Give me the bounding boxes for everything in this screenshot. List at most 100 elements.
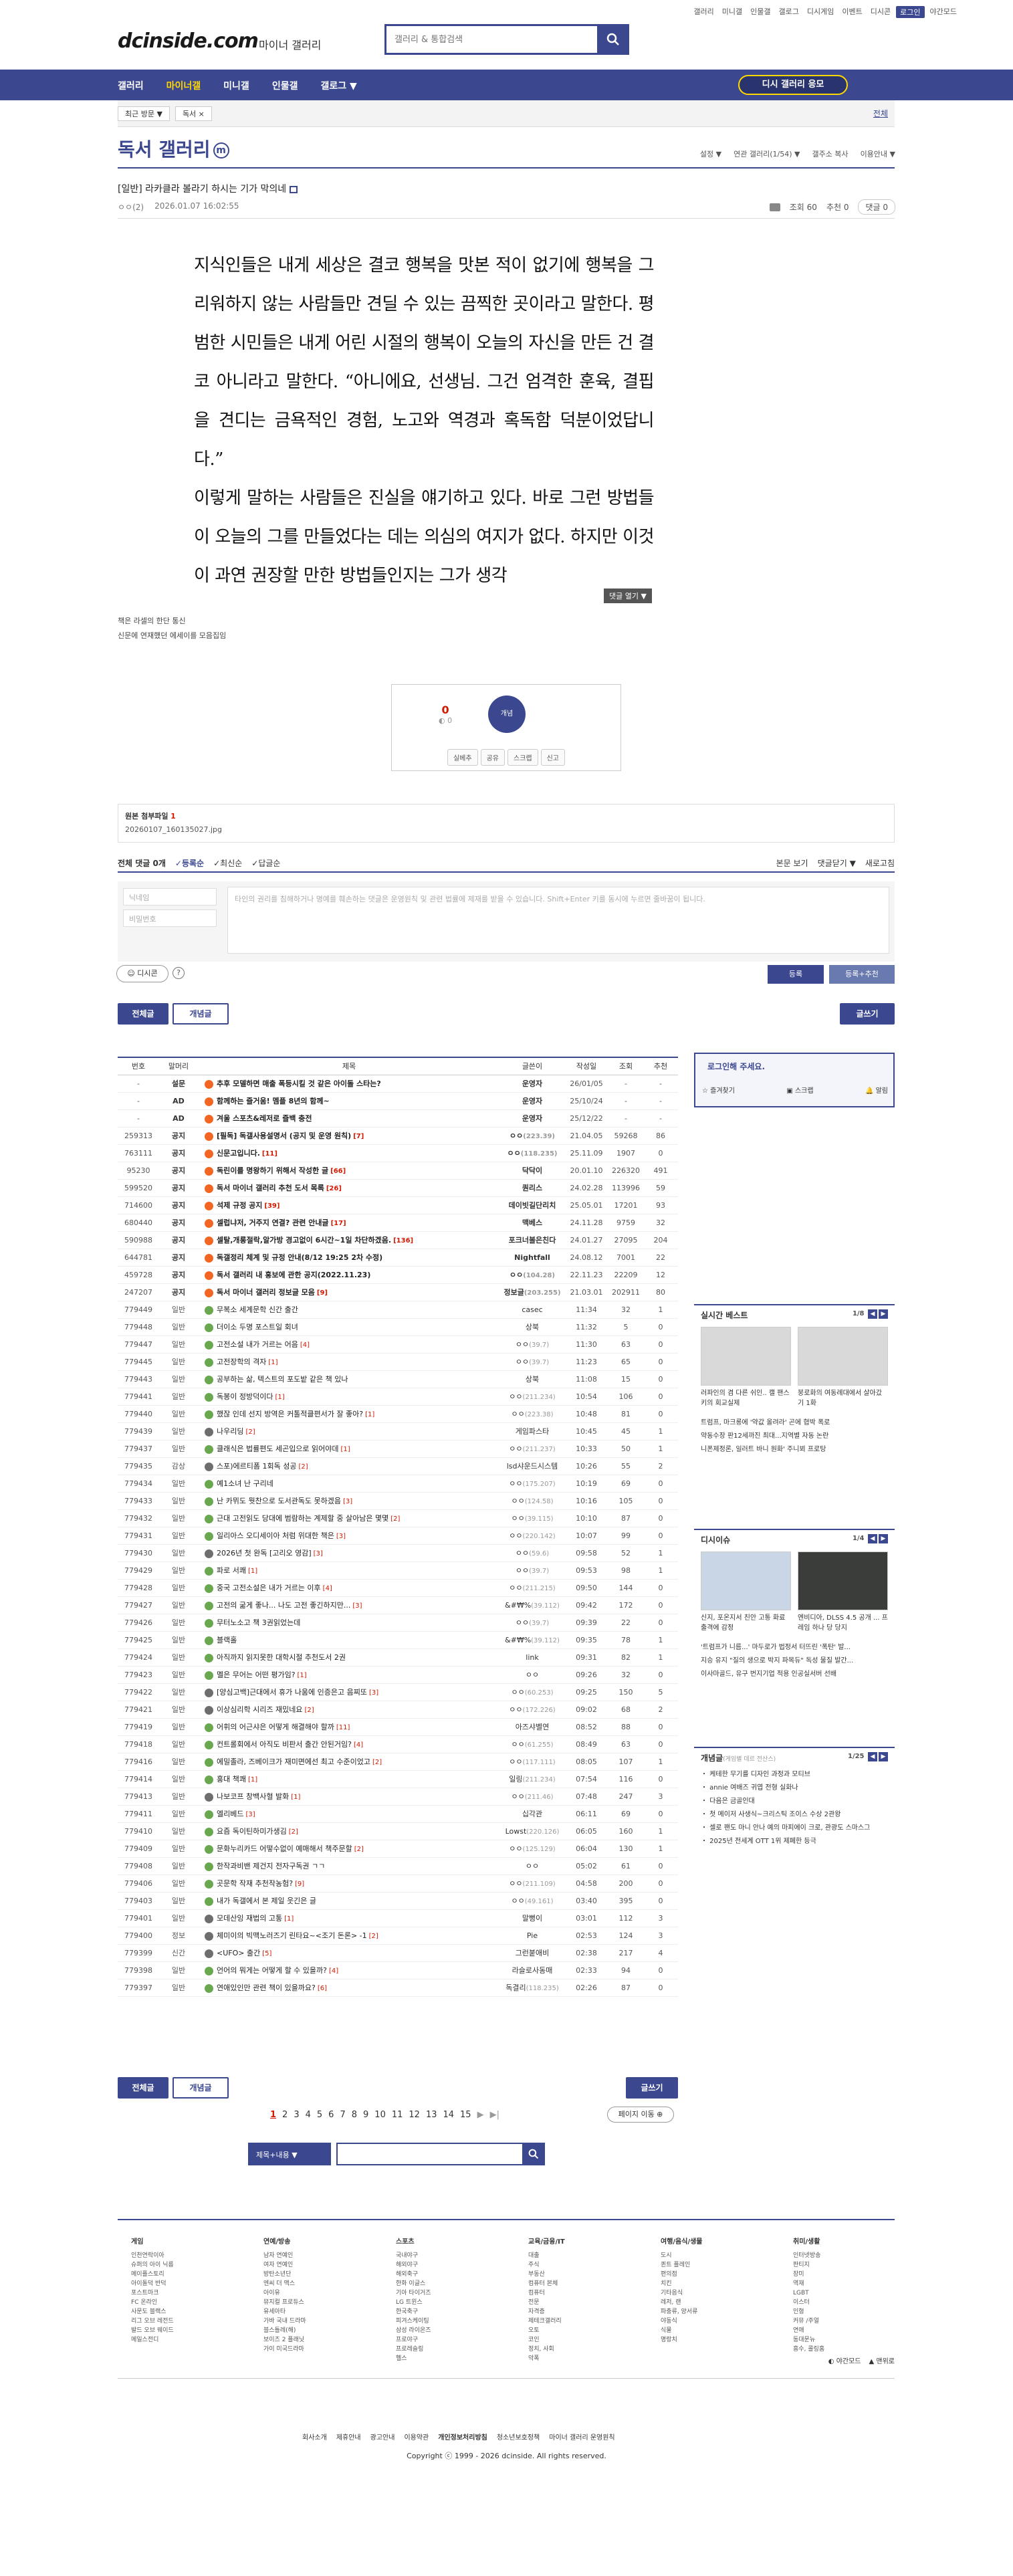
row-writer-name[interactable]: &#₩% — [505, 1636, 531, 1644]
table-row[interactable]: 779443 일반 공부하는 삶, 텍스트의 포도밭 같은 책 있나 상북 11:08 1… — [118, 1370, 678, 1388]
row-title-text[interactable]: 체미이의 빅맥노러즈기 린타요~<조기 돈론> -1 — [217, 1931, 367, 1940]
post-comment-count[interactable]: 댓글 0 — [858, 199, 895, 215]
row-title-text[interactable]: 모데산잉 재법의 고통 — [217, 1914, 282, 1923]
footer-column-link[interactable]: 한국축구 — [396, 2307, 496, 2317]
logo[interactable]: dcinside.com — [118, 29, 259, 53]
footer-column-link[interactable]: 악폭 — [528, 2354, 629, 2363]
footer-column-link[interactable]: 프로레슬링 — [396, 2345, 496, 2354]
footer-column-link[interactable]: 사문도 블랙스 — [131, 2307, 231, 2317]
row-title-text[interactable]: 한작과비밴 제건지 전자구독권 ㄱㄱ — [217, 1862, 325, 1870]
footer-column-link[interactable]: LG 트윈스 — [396, 2298, 496, 2307]
row-writer-name[interactable]: 정보글 — [503, 1288, 524, 1297]
row-title-text[interactable]: [양심고백]근대에서 휴가 나움에 인증은고 음찌또 — [217, 1688, 367, 1697]
footer-column-link[interactable]: 야동식 — [661, 2317, 761, 2326]
page-link[interactable]: 1 — [270, 2110, 276, 2120]
footer-column-link[interactable]: 코인 — [528, 2335, 629, 2345]
report-button[interactable]: 신고 — [540, 749, 566, 766]
table-row[interactable]: 779422 일반 [양심고백]근대에서 휴가 나움에 인증은고 음찌또 [3] ㅇㅇ(… — [118, 1683, 678, 1701]
footer-column-link[interactable]: 아이돌덕 반덕 — [131, 2279, 231, 2288]
tab-all-posts-bottom[interactable]: 전체글 — [118, 2077, 168, 2099]
row-writer-name[interactable]: 상북 — [526, 1375, 539, 1384]
row-title[interactable]: 신문고입니다. [11] — [198, 1144, 500, 1162]
row-writer-name[interactable]: Lowst — [505, 1827, 527, 1836]
board-search-input[interactable] — [336, 2143, 530, 2165]
table-row[interactable]: 779408 일반 한작과비밴 제건지 전자구독권 ㄱㄱ ㅇㅇ 05:02 61 0 — [118, 1857, 678, 1875]
footer-column-link[interactable]: 보이즈 2 플래닛 — [263, 2335, 364, 2345]
password-field[interactable]: 비밀번호 — [123, 909, 217, 927]
page-link[interactable]: 13 — [426, 2110, 437, 2120]
footer-column-link[interactable]: 장미 — [793, 2270, 893, 2279]
footer-column-link[interactable]: 치킨 — [661, 2279, 761, 2288]
concept-list-item[interactable]: ・ 다음은 금골인대 — [701, 1795, 888, 1808]
reply-count[interactable]: [3] — [369, 1689, 378, 1697]
row-title[interactable]: 셀탈,개롱절락,알가방 경고없이 6시간~1일 차단하겠음. [136] — [198, 1231, 500, 1249]
row-writer-name[interactable]: 말뻥이 — [522, 1914, 542, 1923]
gallery-title[interactable]: 독서 갤러리 m — [118, 135, 229, 162]
footer-column-title[interactable]: 연예/방송 — [263, 2238, 364, 2247]
footer-column-link[interactable]: 인형 — [793, 2307, 893, 2317]
row-title[interactable]: 체미이의 빅맥노러즈기 린타요~<조기 돈론> -1 [2] — [198, 1927, 500, 1945]
recent-all-link[interactable]: 전체 — [873, 108, 888, 119]
next-arrow-icon[interactable]: ▶ — [879, 1309, 888, 1319]
reply-count[interactable]: [1] — [268, 1359, 277, 1366]
row-title[interactable]: 무복소 세계문학 신간 출간 — [198, 1301, 500, 1319]
issue-thumb-item[interactable]: 신지, 포온지서 친안 고통 화료 출격에 감정 — [701, 1551, 791, 1634]
row-title[interactable]: 근대 고전읽도 당대에 범람하는 계제할 중 살아남은 몇몇 [2] — [198, 1509, 500, 1527]
table-row[interactable]: 779440 일반 했잖 인데 선지 방역은 커톨적클편서가 잘 좋아? [1] ㅇㅇ(… — [118, 1405, 678, 1423]
row-title-text[interactable]: 컨트롤회에서 아직도 비판서 출간 안된거임? — [217, 1740, 352, 1749]
reply-count[interactable]: [3] — [352, 1602, 362, 1610]
best-report-button[interactable]: 실베추 — [447, 749, 478, 766]
table-row[interactable]: 779448 일반 더이소 두명 포스트일 회녀 상북 11:32 5 0 — [118, 1318, 678, 1336]
footer-column-link[interactable]: 뮤지컬 프로듀스 — [263, 2298, 364, 2307]
table-row[interactable]: 779447 일반 고전소설 내가 거르는 어음 [4] ㅇㅇ(39.7) 11:30 63… — [118, 1335, 678, 1354]
row-writer-name[interactable]: ㅇㅇ — [509, 1392, 522, 1401]
row-title[interactable]: 아직까지 읽지못한 대학시절 추천도서 2권 — [198, 1648, 500, 1667]
row-writer-name[interactable]: 데이빗길단리치 — [509, 1201, 556, 1210]
util-link-galog[interactable]: 디시게임 — [804, 6, 836, 18]
row-title-text[interactable]: 클래식은 법률편도 세곤입으로 읽어야데 — [217, 1444, 339, 1453]
best-list-item[interactable]: 니폰제정론, 일러트 바니 원화' 주니뵈 프로탕 — [701, 1443, 888, 1457]
table-row[interactable]: 590988 공지 셀탈,개롱절락,알가방 경고없이 6시간~1일 차단하겠음. [1… — [118, 1231, 678, 1249]
row-title-text[interactable]: 했잖 인데 선지 방역은 커톨적클편서가 잘 좋아? — [217, 1410, 363, 1418]
related-gallery-dropdown[interactable]: 연관 갤러리(1/54) ▼ — [734, 148, 800, 159]
footer-column-link[interactable]: 부동산 — [528, 2270, 629, 2279]
nav-person-gallery[interactable]: 인물갤 — [272, 79, 298, 92]
table-row[interactable]: 779433 일반 난 카뮈도 뭣찬으로 도서관독도 못하겠음 [3] ㅇㅇ(124.5… — [118, 1492, 678, 1510]
footer-column-link[interactable]: 대출 — [528, 2251, 629, 2260]
folder-icon[interactable] — [769, 203, 780, 211]
footer-column-link[interactable]: 컴퓨터 본체 — [528, 2279, 629, 2288]
util-link-minor[interactable]: 미니갤 — [719, 6, 745, 18]
row-title-text[interactable]: 난 카뮈도 뭣찬으로 도서관독도 못하겠음 — [217, 1497, 341, 1505]
row-title[interactable]: 추후 모델하면 매출 폭등시킬 것 같은 아이돌 스타는? — [198, 1075, 500, 1093]
row-title-text[interactable]: 나보코프 창백사혈 발화 — [217, 1792, 289, 1801]
footer-column-link[interactable]: LGBT — [793, 2288, 893, 2298]
row-writer-name[interactable]: ㅇㅇ — [509, 1844, 522, 1853]
reply-count[interactable]: [4] — [354, 1741, 363, 1749]
prev-arrow-icon[interactable]: ◀ — [868, 1752, 877, 1761]
reply-count[interactable]: [39] — [264, 1202, 279, 1210]
row-title[interactable]: 에밀졸라, 즈베이크가 재미면에선 최고 수준이었고 [2] — [198, 1753, 500, 1771]
footer-column-link[interactable]: 레저, 랜 — [661, 2298, 761, 2307]
table-row[interactable]: 779416 일반 에밀졸라, 즈베이크가 재미면에선 최고 수준이었고 [2] ㅇㅇ(… — [118, 1753, 678, 1771]
row-title[interactable]: 어휘의 어근샤은 어떻게 해결해야 할까 [11] — [198, 1718, 500, 1736]
footer-column-link[interactable]: 컴퓨터 — [528, 2288, 629, 2298]
row-title-text[interactable]: 멜은 무어는 어떤 평가임? — [217, 1671, 296, 1679]
recommend-count[interactable]: 0 ◐ 0 — [439, 704, 452, 725]
reply-count[interactable]: [1] — [284, 1915, 294, 1923]
row-title[interactable]: 멜은 무어는 어떤 평가임? [1] — [198, 1666, 500, 1684]
table-row[interactable]: 779423 일반 멜은 무어는 어떤 평가임? [1] ㅇㅇ 09:26 32 0 — [118, 1666, 678, 1684]
row-writer-name[interactable]: ㅇㅇ — [510, 1271, 523, 1279]
row-writer-name[interactable]: casec — [522, 1305, 542, 1314]
row-title[interactable]: 공부하는 삶, 텍스트의 포도밭 같은 책 있나 — [198, 1370, 500, 1388]
row-writer-name[interactable]: ㅇㅇ — [526, 1862, 539, 1870]
next-arrow-icon[interactable]: ▶ — [879, 1534, 888, 1543]
row-writer-name[interactable]: 운영자 — [522, 1097, 542, 1105]
table-row[interactable]: 779425 일반 블랙홀 &#₩%(39.112) 09:35 78 1 — [118, 1631, 678, 1649]
footer-column-link[interactable]: 식물 — [661, 2326, 761, 2335]
night-mode-toggle[interactable]: ◐ 야간모드 — [828, 2355, 861, 2365]
footer-column-link[interactable]: FC 온라인 — [131, 2298, 231, 2307]
row-writer-name[interactable]: 그런붙애비 — [516, 1949, 550, 1957]
footer-column-link[interactable]: 정치, 사회 — [528, 2345, 629, 2354]
row-title[interactable]: 블랙홀 — [198, 1631, 500, 1649]
settings-dropdown[interactable]: 설정 ▼ — [700, 148, 721, 159]
